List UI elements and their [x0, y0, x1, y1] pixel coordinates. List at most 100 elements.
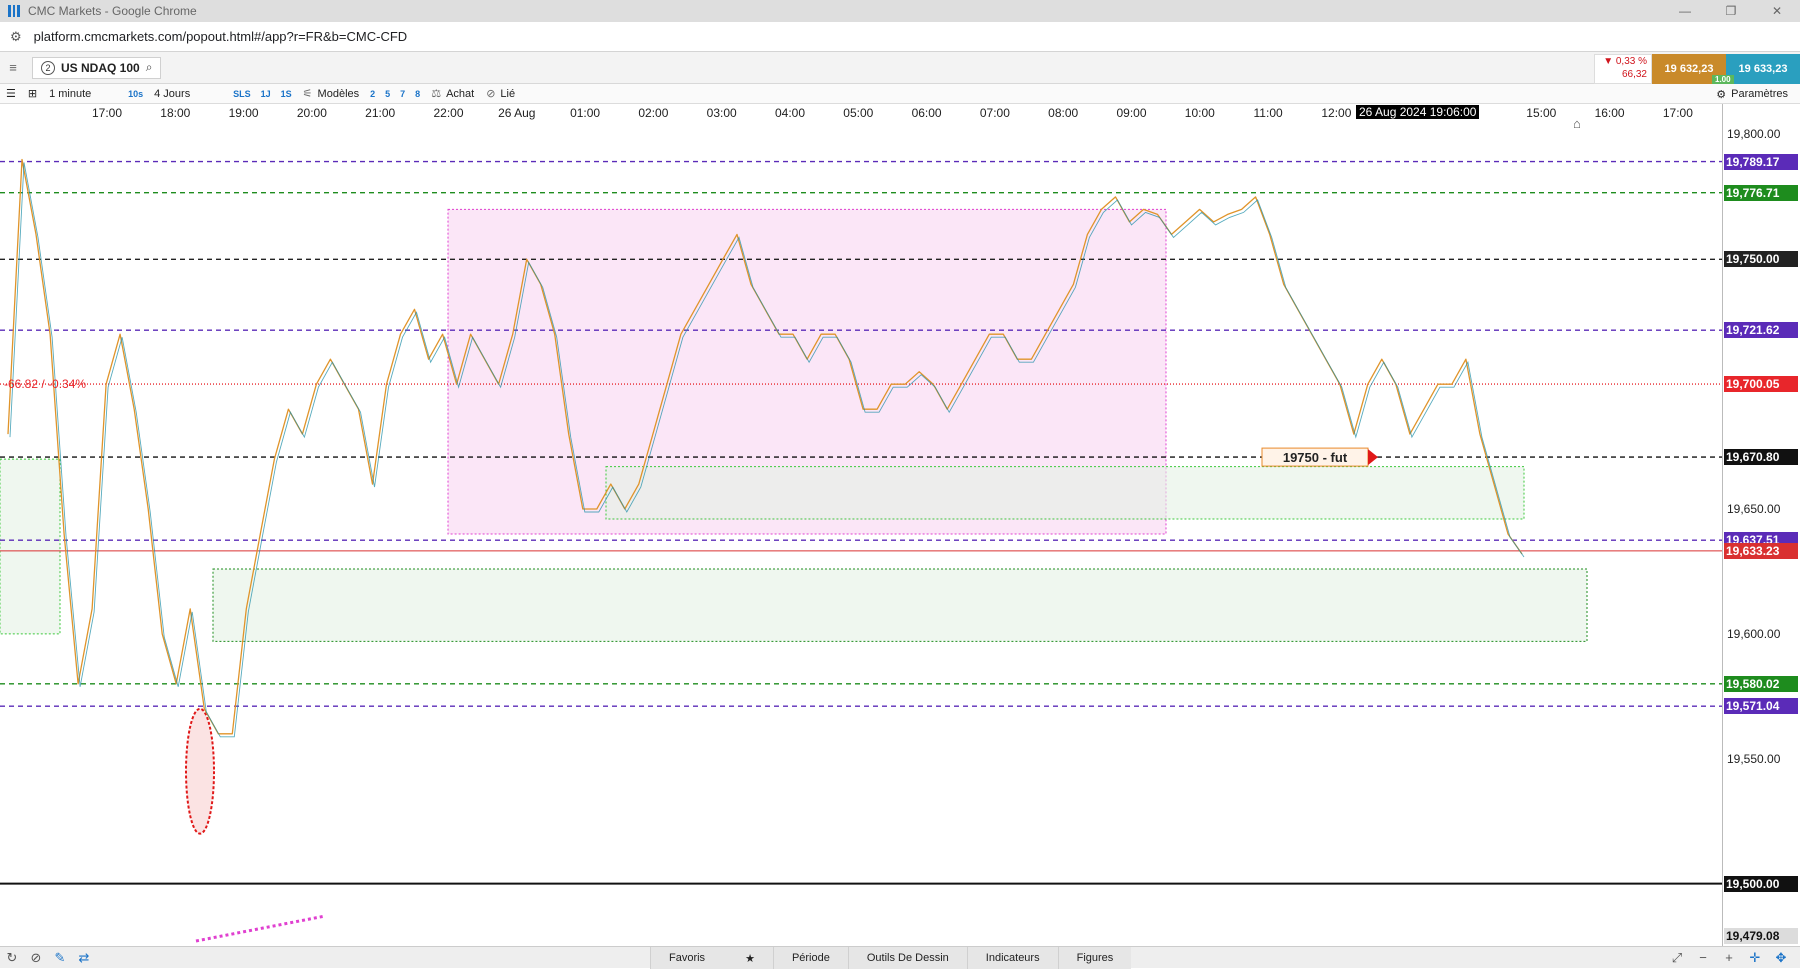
crosshair-icon[interactable]: ✛: [1742, 947, 1768, 969]
time-tick-label: 18:00: [160, 106, 191, 120]
linked-label: Lié: [500, 87, 516, 100]
time-tick-label: 01:00: [570, 106, 601, 120]
restore-icon[interactable]: ❐: [1708, 0, 1754, 22]
close-icon[interactable]: ✕: [1754, 0, 1800, 22]
home-icon[interactable]: ⌂: [1573, 116, 1581, 131]
chart-toolbar: ☰ ⊞ 1 minute 10s 4 Jours SLS 1J 1S ⚟ Modè…: [0, 84, 1800, 104]
preset-8[interactable]: 8: [410, 84, 425, 104]
price-chart[interactable]: -66.82 / -0.34% 19750 - fut: [0, 122, 1722, 946]
zoom-in-icon[interactable]: +: [1716, 947, 1742, 969]
chart-bottombar: ↻ ⊘ ✎ ⇄ Favoris ★ Période Outils De Dessi…: [0, 946, 1800, 969]
window-controls: — ❐ ✕: [1662, 0, 1800, 22]
quick-sls[interactable]: SLS: [228, 84, 256, 104]
buy-mode-button[interactable]: ⚖ Achat: [425, 84, 480, 104]
scale-icon: ⚖: [431, 88, 442, 100]
list-icon[interactable]: ☰: [0, 84, 22, 104]
buy-price: 19 633,23: [1738, 63, 1788, 75]
time-tick-label: 10:00: [1184, 106, 1215, 120]
price-level-tag: 19,571.04: [1724, 698, 1798, 715]
time-tick-label: 05:00: [843, 106, 874, 120]
symbol-name: US NDAQ 100: [61, 60, 140, 75]
time-tick-label: 11:00: [1253, 106, 1283, 120]
price-tick-label: 19,600.00: [1727, 626, 1781, 641]
annotation-label: 19750 - fut: [1283, 450, 1348, 465]
bottom-tabs: Favoris ★ Période Outils De Dessin Indica…: [650, 947, 1132, 969]
tab-favoris-label: Favoris: [669, 952, 706, 964]
price-level-tag: 19,700.05: [1724, 376, 1798, 393]
price-level-tag: 19,750.00: [1724, 251, 1798, 268]
annotation-arrow: [1368, 449, 1378, 466]
fit-icon[interactable]: ⤢: [1664, 947, 1690, 969]
arrows-icon[interactable]: ⇄: [72, 950, 96, 966]
site-settings-icon[interactable]: ⚙: [10, 29, 22, 45]
buy-button[interactable]: 19 633,23 1.00: [1712, 54, 1800, 84]
zoom-out-icon[interactable]: −: [1690, 947, 1716, 969]
hamburger-icon[interactable]: ≡: [0, 60, 26, 75]
tab-favoris[interactable]: Favoris ★: [650, 947, 773, 969]
price-tick-label: 19,650.00: [1727, 502, 1781, 517]
time-tick-label: 19:00: [228, 106, 259, 120]
pink-trend-line: [195, 914, 326, 943]
price-tick-label: 19,550.00: [1727, 751, 1781, 766]
tab-indicateurs[interactable]: Indicateurs: [966, 947, 1058, 969]
tab-outils-de-dessin[interactable]: Outils De Dessin: [847, 947, 967, 969]
preset-5[interactable]: 5: [380, 84, 395, 104]
templates-label: Modèles: [317, 87, 360, 100]
settings-button[interactable]: ⚙ Paramètres: [1716, 84, 1788, 104]
price-change: ▼ 0,33 % 66,32: [1594, 54, 1652, 84]
time-tick-label: 08:00: [1048, 106, 1079, 120]
quick-1s[interactable]: 1S: [276, 84, 297, 104]
settings-label: Paramètres: [1731, 88, 1788, 100]
green-zone-upper: [605, 466, 1525, 520]
preset-7[interactable]: 7: [395, 84, 410, 104]
templates-icon: ⚟: [302, 88, 313, 100]
time-tick-label: 22:00: [433, 106, 464, 120]
url-text[interactable]: platform.cmcmarkets.com/popout.html#/app…: [34, 29, 408, 44]
price-level-tag: 19,479.08: [1724, 927, 1798, 944]
move-icon[interactable]: ✥: [1768, 947, 1794, 969]
time-tick-label: 26 Aug: [498, 106, 536, 120]
quote-panel: ▼ 0,33 % 66,32 19 632,23 19 633,23 1.00: [1594, 54, 1800, 84]
block-icon[interactable]: ⊘: [24, 950, 48, 966]
refresh-icon[interactable]: ↻: [0, 950, 24, 966]
quick-1j[interactable]: 1J: [256, 84, 276, 104]
symbol-bar: ≡ 2 US NDAQ 100 ⌕: [0, 52, 1800, 84]
minimize-icon[interactable]: —: [1662, 0, 1708, 22]
layout-icon[interactable]: ⊞: [22, 84, 43, 104]
red-ellipse-marker: [185, 707, 215, 835]
zoom-controls: ⤢ − + ✛ ✥: [1664, 947, 1794, 969]
templates-button[interactable]: ⚟ Modèles: [297, 84, 365, 104]
time-tick-label: 21:00: [365, 106, 396, 120]
cmc-logo-icon: [8, 5, 21, 17]
gear-icon: ⚙: [1716, 88, 1727, 101]
linked-button[interactable]: ⊘ Lié: [480, 84, 521, 104]
price-axis[interactable]: 19,800.00 19,750.00 19,650.00 19,600.00 19,5…: [1573, 104, 1800, 946]
price-tick-label: 19,800.00: [1727, 127, 1781, 142]
time-tick-label: 17:00: [1662, 106, 1693, 120]
interval-select[interactable]: 1 minute: [43, 84, 123, 104]
time-tick-label: 12:00: [1321, 106, 1352, 120]
link-icon: ⊘: [486, 88, 496, 100]
tab-figures[interactable]: Figures: [1057, 947, 1132, 969]
preset-2[interactable]: 2: [365, 84, 380, 104]
interval-10s[interactable]: 10s: [123, 84, 148, 104]
price-level-tag: 19,670.80: [1724, 449, 1798, 466]
time-tick-label: 09:00: [1116, 106, 1147, 120]
change-label: -66.82 / -0.34%: [4, 377, 86, 391]
time-tick-label: 06:00: [911, 106, 942, 120]
pencil-icon[interactable]: ✎: [48, 950, 72, 966]
time-tick-label: 02:00: [638, 106, 669, 120]
window-title: CMC Markets - Google Chrome: [28, 4, 197, 18]
star-icon: ★: [745, 952, 755, 965]
price-level-tag: 19,633.23: [1724, 542, 1798, 559]
time-tick-label: 15:00: [1526, 106, 1557, 120]
tab-periode[interactable]: Période: [772, 947, 848, 969]
price-level-tag: 19,500.00: [1724, 875, 1798, 892]
search-icon[interactable]: ⌕: [146, 60, 153, 75]
time-tick-label: 07:00: [979, 106, 1010, 120]
time-tick-label: 20:00: [296, 106, 327, 120]
price-level-tag: 19,789.17: [1724, 153, 1798, 170]
range-select[interactable]: 4 Jours: [148, 84, 228, 104]
time-tick-label: 03:00: [706, 106, 737, 120]
symbol-selector[interactable]: 2 US NDAQ 100 ⌕: [32, 56, 162, 79]
